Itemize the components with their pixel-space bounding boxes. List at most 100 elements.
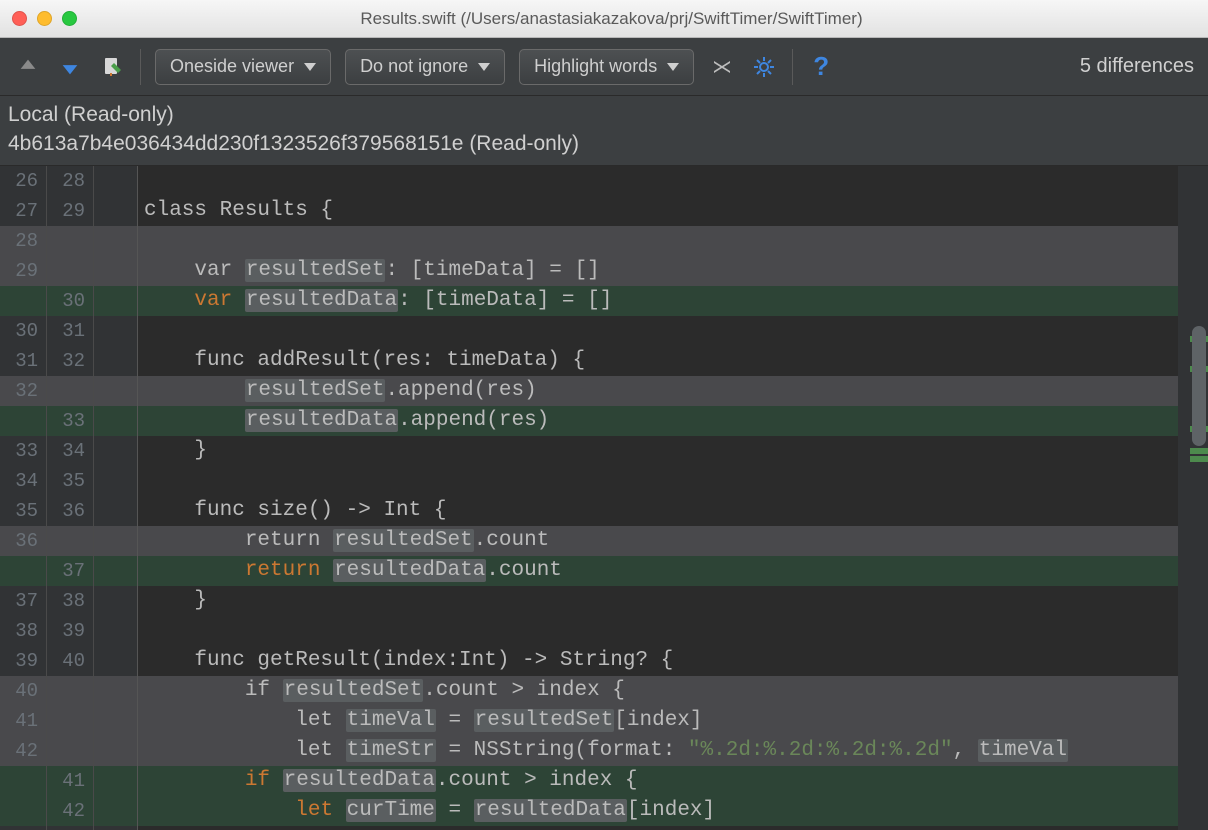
line-number-left: [0, 766, 46, 796]
code-line[interactable]: func size() -> Int {: [138, 496, 1178, 526]
code-line[interactable]: if resultedSet.count > index {: [138, 676, 1178, 706]
diff-marker-icon[interactable]: [1190, 456, 1208, 462]
gutter-spacer: [94, 586, 137, 616]
gutter-spacer: [94, 646, 137, 676]
viewer-mode-dropdown[interactable]: Oneside viewer: [155, 49, 331, 85]
code-line[interactable]: if resultedData.count > index {: [138, 766, 1178, 796]
code-line[interactable]: let curTime = resultedData[index]: [138, 796, 1178, 826]
gutter-spacer: [94, 466, 137, 496]
line-number-left: [0, 556, 46, 586]
diff-source-header: Local (Read-only) 4b613a7b4e036434dd230f…: [0, 96, 1208, 166]
next-diff-button[interactable]: [56, 53, 84, 81]
gutter-spacer: [94, 796, 137, 826]
line-number-right: 39: [47, 616, 93, 646]
line-number-right: 42: [47, 796, 93, 826]
code-line[interactable]: class Results {: [138, 196, 1178, 226]
highlight-dropdown[interactable]: Highlight words: [519, 49, 694, 85]
gutter-spacer: [94, 526, 137, 556]
gutter-spacer: [94, 616, 137, 646]
diff-editor: 2627282930313233343536373839404142 28293…: [0, 166, 1208, 830]
settings-button[interactable]: [750, 53, 778, 81]
code-line[interactable]: [138, 616, 1178, 646]
code-line[interactable]: [138, 466, 1178, 496]
gutter-spacer: [94, 256, 137, 286]
gutter-spacer: [94, 166, 137, 196]
vertical-scrollbar[interactable]: [1190, 166, 1208, 830]
gutter-spacer: [94, 766, 137, 796]
line-number-left: [0, 406, 46, 436]
gutter-spacer: [94, 196, 137, 226]
line-number-right: 41: [47, 766, 93, 796]
chevron-down-icon: [478, 63, 490, 71]
scrollbar-thumb[interactable]: [1192, 326, 1206, 446]
chevron-down-icon: [304, 63, 316, 71]
line-number-left: [0, 286, 46, 316]
code-line[interactable]: let timeVal = resultedSet[index]: [138, 706, 1178, 736]
line-number-left: 28: [0, 226, 46, 256]
line-number-right: 34: [47, 436, 93, 466]
code-line[interactable]: func getResult(index:Int) -> String? {: [138, 646, 1178, 676]
line-number-right: 32: [47, 346, 93, 376]
toolbar: Oneside viewer Do not ignore Highlight w…: [0, 38, 1208, 96]
ignore-label: Do not ignore: [360, 56, 468, 77]
code-line[interactable]: let timeStr = NSString(format: "%.2d:%.2…: [138, 736, 1178, 766]
line-number-left: 42: [0, 736, 46, 766]
viewer-mode-label: Oneside viewer: [170, 56, 294, 77]
toolbar-divider: [140, 49, 141, 85]
code-line[interactable]: [138, 316, 1178, 346]
edit-file-button[interactable]: [98, 53, 126, 81]
revision-label: 4b613a7b4e036434dd230f1323526f379568151e…: [8, 129, 1200, 158]
diff-marker-icon[interactable]: [1190, 448, 1208, 454]
help-button[interactable]: ?: [807, 53, 835, 81]
line-number-right: 31: [47, 316, 93, 346]
code-area[interactable]: class Results { var resultedSet: [timeDa…: [138, 166, 1178, 830]
line-number-left: 41: [0, 706, 46, 736]
gutter-spacer: [94, 226, 137, 256]
code-line[interactable]: return resultedData.count: [138, 556, 1178, 586]
line-number-right: 28: [47, 166, 93, 196]
code-line[interactable]: func addResult(res: timeData) {: [138, 346, 1178, 376]
code-line[interactable]: }: [138, 436, 1178, 466]
code-line[interactable]: }: [138, 586, 1178, 616]
line-number-right: [47, 706, 93, 736]
collapse-unchanged-button[interactable]: [708, 53, 736, 81]
line-number-left: [0, 796, 46, 826]
line-number-right: 30: [47, 286, 93, 316]
code-line[interactable]: var resultedSet: [timeData] = []: [138, 256, 1178, 286]
close-icon[interactable]: [12, 11, 27, 26]
local-label: Local (Read-only): [8, 100, 1200, 129]
line-number-left: 39: [0, 646, 46, 676]
code-line[interactable]: resultedData.append(res): [138, 406, 1178, 436]
code-line[interactable]: resultedSet.append(res): [138, 376, 1178, 406]
code-line[interactable]: [138, 226, 1178, 256]
window-title: Results.swift (/Users/anastasiakazakova/…: [27, 9, 1196, 29]
gutter-spacer: [94, 346, 137, 376]
gutter-spacer: [94, 676, 137, 706]
gutter-spacer: [94, 736, 137, 766]
line-number-right: [47, 676, 93, 706]
code-line[interactable]: var resultedData: [timeData] = []: [138, 286, 1178, 316]
gutter-spacer: [94, 286, 137, 316]
line-number-right: 40: [47, 646, 93, 676]
highlight-label: Highlight words: [534, 56, 657, 77]
code-line[interactable]: return resultedSet.count: [138, 526, 1178, 556]
gutter-spacer: [94, 376, 137, 406]
line-number-right: 36: [47, 496, 93, 526]
gutter-spacer: [94, 706, 137, 736]
gutter-spacer: [94, 556, 137, 586]
gutter-left: 2627282930313233343536373839404142: [0, 166, 47, 830]
code-line[interactable]: [138, 166, 1178, 196]
line-number-left: 33: [0, 436, 46, 466]
gutter-spacer: [94, 316, 137, 346]
line-number-right: [47, 526, 93, 556]
line-number-right: 38: [47, 586, 93, 616]
change-markers: [1178, 166, 1208, 830]
line-number-left: 29: [0, 256, 46, 286]
gutter-spacer: [94, 436, 137, 466]
line-number-left: 34: [0, 466, 46, 496]
ignore-dropdown[interactable]: Do not ignore: [345, 49, 505, 85]
line-number-right: [47, 256, 93, 286]
gutter-separator: [94, 166, 138, 830]
prev-diff-button[interactable]: [14, 53, 42, 81]
line-number-right: [47, 736, 93, 766]
